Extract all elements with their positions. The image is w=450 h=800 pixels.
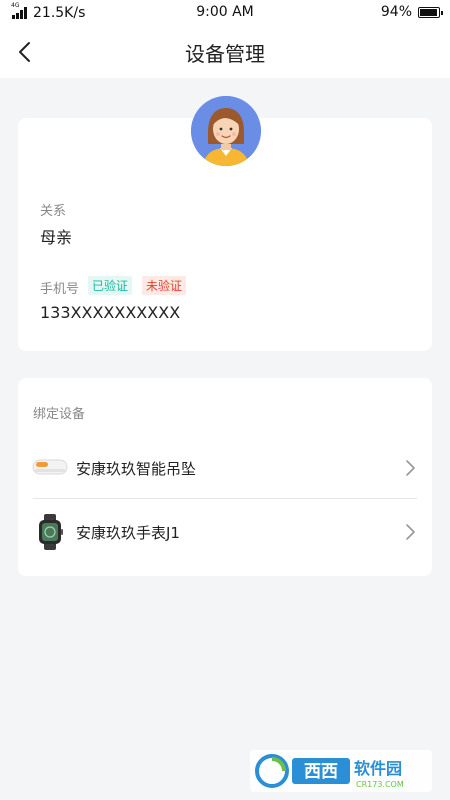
device-management-screen: 4G 21.5K/s 9:00 AM 94% 设备管理 关系 母亲 手机号 已验…	[0, 0, 450, 800]
svg-text:西西: 西西	[304, 762, 338, 782]
verified-badge: 已验证	[88, 276, 133, 295]
bound-devices-title: 绑定设备	[33, 407, 86, 422]
svg-text:CR173.COM: CR173.COM	[356, 780, 404, 789]
bound-devices-card: 绑定设备 安康玖玖智能吊坠 安康玖玖手表J1	[18, 378, 432, 576]
page-title: 设备管理	[185, 42, 265, 66]
device-name: 安康玖玖智能吊坠	[76, 460, 197, 478]
battery-fill	[420, 8, 437, 16]
watermark-logo: 西西 软件园 CR173.COM	[250, 750, 432, 792]
relation-value: 母亲	[40, 228, 73, 247]
svg-text:软件园: 软件园	[354, 759, 402, 778]
avatar	[191, 96, 261, 166]
row-divider	[33, 498, 417, 499]
device-name: 安康玖玖手表J1	[76, 524, 180, 542]
smartwatch-icon	[32, 514, 68, 550]
battery-icon	[418, 6, 443, 18]
status-bar: 4G 21.5K/s 9:00 AM 94%	[0, 0, 450, 26]
woman-avatar-icon	[191, 96, 261, 166]
status-right: 94%	[380, 4, 443, 20]
unverified-badge: 未验证	[142, 276, 187, 295]
pendant-device-icon	[32, 450, 68, 486]
phone-label: 手机号	[40, 282, 80, 297]
device-row-watch[interactable]: 安康玖玖手表J1	[18, 500, 432, 564]
nav-bar: 设备管理	[0, 26, 450, 78]
chevron-right-icon	[406, 524, 415, 540]
device-row-pendant[interactable]: 安康玖玖智能吊坠	[18, 436, 432, 500]
battery-percent: 94%	[380, 4, 412, 20]
chevron-right-icon	[406, 460, 415, 476]
relation-label: 关系	[40, 204, 67, 219]
phone-value: 133XXXXXXXXXX	[40, 303, 181, 322]
